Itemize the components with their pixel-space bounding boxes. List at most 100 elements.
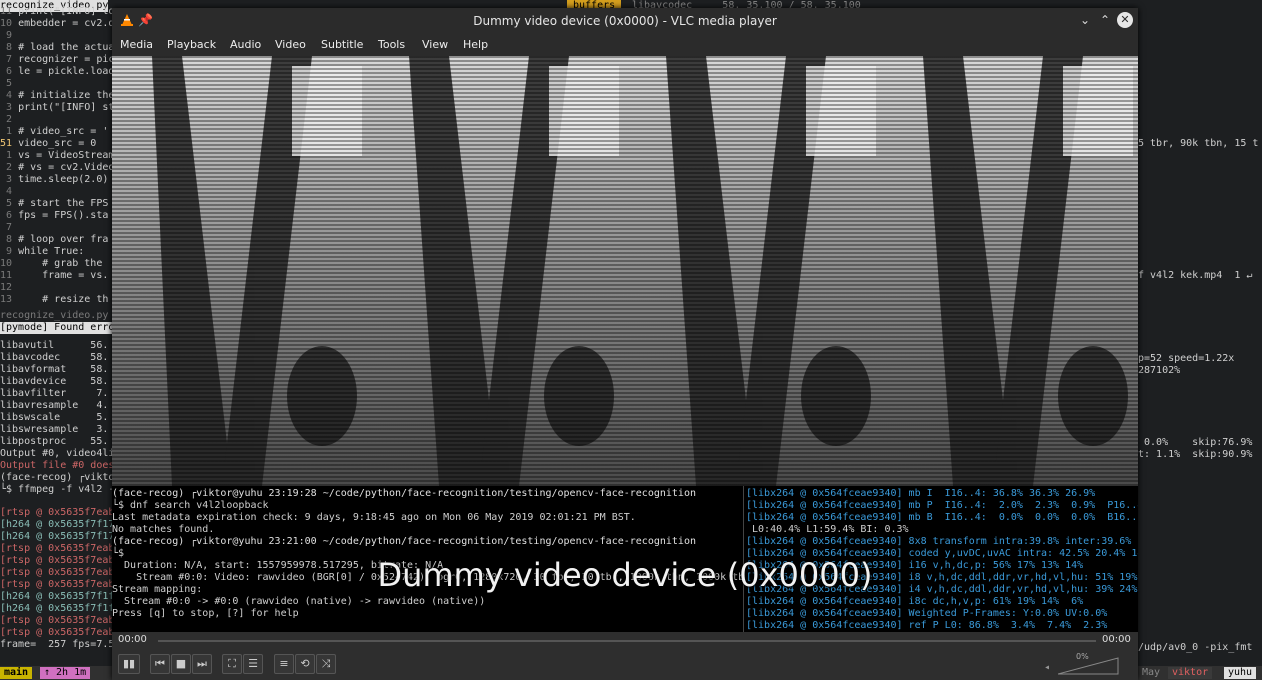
shuffle-button[interactable]: ⤨ [316, 654, 336, 674]
code-line: 1 # video_src = ' [0, 126, 108, 138]
terminal-line: No matches found. [112, 524, 215, 535]
code-text: print("[INFO] st [18, 102, 112, 113]
x264-log-line: [libx264 @ 0x564fceae9340] mb B I16..4: … [746, 512, 1138, 523]
line-number: 10 [0, 258, 19, 269]
terminal-line: (face-recog) ┌viktor@yuhu 23:19:28 ~/cod… [112, 488, 696, 499]
menu-view[interactable]: View [422, 38, 448, 51]
terminal-line: Last metadata expiration check: 9 days, … [112, 512, 636, 523]
lib-line: libavresample 4. [0, 400, 109, 411]
code-text: video_src = 0 [18, 138, 97, 149]
line-number: 5 [0, 78, 19, 89]
code-line: 4 # initialize the [0, 90, 112, 102]
menu-playback[interactable]: Playback [167, 38, 216, 51]
vlc-window: 📌 Dummy video device (0x0000) - VLC medi… [112, 8, 1138, 680]
code-text: vs = VideoStream [18, 150, 112, 161]
terminal-line: └$ dnf search v4l2loopback [112, 500, 269, 511]
line-number: 11 [0, 270, 19, 281]
skip-text-1: 0.0% skip:76.9% [1138, 437, 1253, 448]
terminal-line: (face-recog) ┌viktor@yuhu 23:21:00 ~/cod… [112, 536, 696, 547]
x264-log-line: [libx264 @ 0x564fceae9340] 8x8 transform… [746, 536, 1132, 547]
rtsp-line: [rtsp @ 0x5635f7eabb0 [0, 579, 112, 590]
line-number: 3 [0, 102, 19, 113]
lib-line: libavutil 56. [0, 340, 109, 351]
rtsp-line: [h264 @ 0x5635f7f1f40 [0, 603, 112, 614]
terminal-line: Press [q] to stop, [?] for help [112, 608, 299, 619]
line-number: 7 [0, 54, 19, 65]
lib-line: libpostproc 55. [0, 436, 109, 447]
x264-log-line: [libx264 @ 0x564fceae9340] Weighted P-Fr… [746, 608, 1108, 619]
speaker-icon[interactable]: ◂ [1044, 662, 1050, 673]
menu-media[interactable]: Media [120, 38, 153, 51]
video-frame[interactable] [112, 56, 1138, 486]
code-line: 8 # load the actual [0, 42, 112, 54]
line-number: 6 [0, 210, 19, 221]
rtsp-line: [rtsp @ 0x5635f7eabb0 [0, 615, 112, 626]
line-number: 13 [0, 294, 19, 305]
lib-line: libavformat 58. [0, 364, 109, 375]
volume-value: 0% [1076, 652, 1089, 661]
code-line: 6 le = pickle.loads( [0, 66, 112, 78]
output-line: Output file #0 does n [0, 460, 112, 471]
frame-line: frame= 257 fps=7.5 q [0, 639, 112, 650]
tbr-text: 5 tbr, 90k tbn, 15 t [1138, 138, 1259, 149]
line-number: 8 [0, 42, 19, 53]
playlist-button[interactable]: ≡ [274, 654, 294, 674]
code-line: 1 vs = VideoStream [0, 150, 112, 162]
maximize-icon[interactable]: ⌃ [1100, 13, 1110, 27]
menu-audio[interactable]: Audio [230, 38, 261, 51]
output-line: (face-recog) ┌viktor [0, 472, 112, 483]
code-line: 2 [0, 114, 18, 126]
pause-button[interactable]: ▮▮ [118, 654, 140, 674]
percent-text: 287102% [1138, 365, 1181, 376]
output-line: Output #0, video4linu [0, 448, 112, 459]
menu-video[interactable]: Video [275, 38, 306, 51]
menu-subtitle[interactable]: Subtitle [321, 38, 363, 51]
extended-settings-button[interactable]: ☰ [243, 654, 263, 674]
x264-log-line: L0:40.4% L1:59.4% BI: 0.3% [746, 524, 909, 535]
menu-bar: Media Playback Audio Video Subtitle Tool… [112, 34, 1138, 56]
pymode-error: [pymode] Found errors [0, 322, 112, 334]
elapsed-time: 00:00 [118, 634, 147, 645]
loop-button[interactable]: ⟲ [295, 654, 315, 674]
code-text: time.sleep(2.0) [18, 174, 109, 185]
menu-help[interactable]: Help [463, 38, 488, 51]
line-number: 4 [0, 186, 19, 197]
skip-text-2: t: 1.1% skip:90.9% [1138, 449, 1253, 460]
line-number: 1 [0, 126, 19, 137]
title-bar[interactable]: 📌 Dummy video device (0x0000) - VLC medi… [112, 8, 1138, 34]
menu-tools[interactable]: Tools [378, 38, 405, 51]
lib-line: libavdevice 58. [0, 376, 109, 387]
status-time: ↑ 2h 1m [40, 667, 91, 679]
rtsp-line: [h264 @ 0x5635f7f17e4 [0, 531, 112, 542]
pixfmt-text: /udp/av0_0 -pix_fmt [1138, 642, 1253, 653]
code-line: 12 [0, 282, 18, 294]
line-number: 11 [0, 6, 19, 17]
close-icon[interactable]: ✕ [1117, 12, 1133, 28]
line-number: 2 [0, 114, 19, 125]
stop-button[interactable]: ■ [171, 654, 191, 674]
code-text: # resize th [18, 294, 109, 305]
next-button[interactable]: ⏭ [192, 654, 212, 674]
code-text: fps = FPS().sta [18, 210, 109, 221]
rtsp-line: [rtsp @ 0x5635f7eabb0 [0, 555, 112, 566]
speed-text: p=52 speed=1.22x [1138, 353, 1235, 364]
status-user: viktor [1168, 667, 1213, 679]
code-text: print("[INFO] loading face recognizer...… [18, 6, 112, 17]
minimize-icon[interactable]: ⌄ [1080, 13, 1090, 27]
seek-slider[interactable] [158, 640, 1096, 642]
code-line: 5 [0, 78, 18, 90]
seek-bar-area: 00:00 00:00 [112, 632, 1138, 650]
line-number: 5 [0, 198, 19, 209]
file-tab-bottom: recognize_video.py [0, 310, 109, 321]
code-text: embedder = cv2.dnn [18, 18, 112, 29]
line-number: 10 [0, 18, 19, 29]
code-text: # initialize the [18, 90, 112, 101]
code-text: # grab the [18, 258, 103, 269]
line-number: 12 [0, 282, 19, 293]
fullscreen-button[interactable]: ⛶ [222, 654, 242, 674]
window-title: Dummy video device (0x0000) - VLC media … [473, 14, 777, 28]
status-may: May [1142, 667, 1161, 678]
x264-log-line: [libx264 @ 0x564fceae9340] mb P I16..4: … [746, 500, 1138, 511]
previous-button[interactable]: ⏮ [150, 654, 170, 674]
volume-slider[interactable]: 0% [1057, 652, 1120, 676]
